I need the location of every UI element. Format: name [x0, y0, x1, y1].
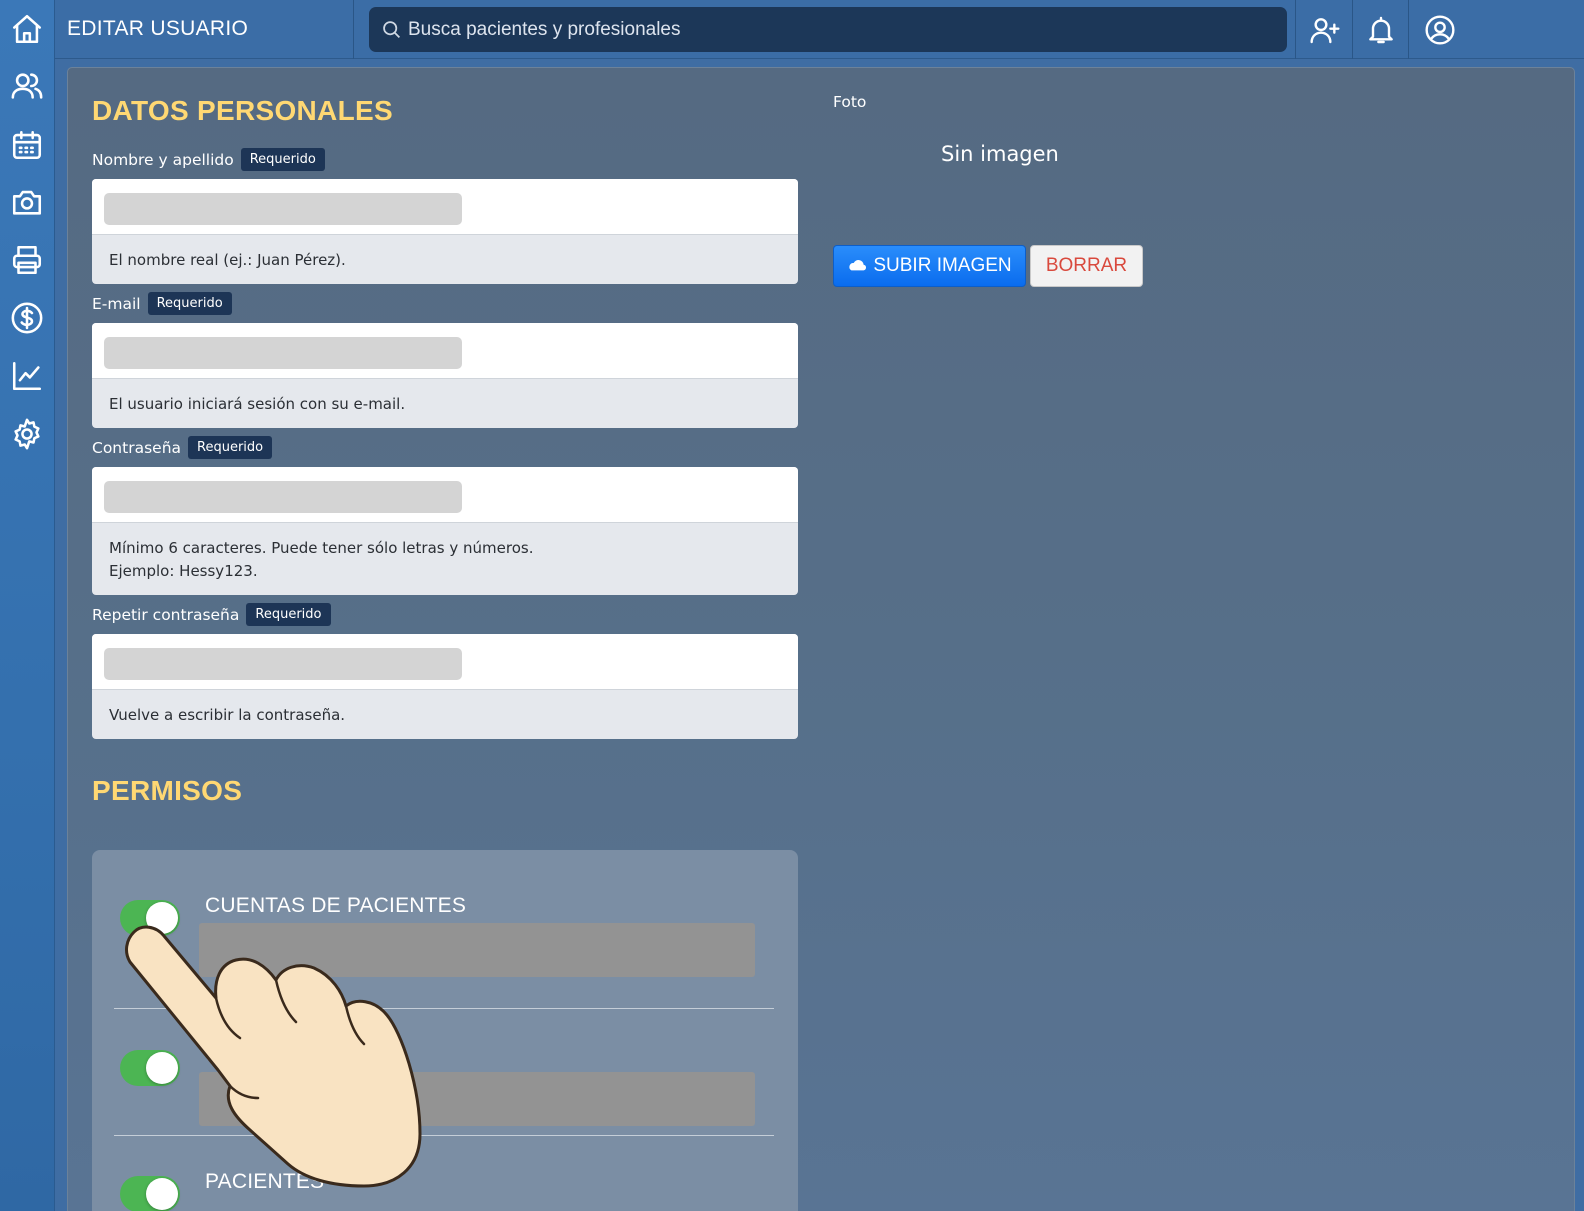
users-icon[interactable]: [8, 67, 46, 105]
section-title-permisos: PERMISOS: [92, 775, 243, 806]
permission-divider: [114, 1008, 774, 1009]
permission-divider: [114, 1135, 774, 1136]
field-help: Vuelve a escribir la contraseña.: [109, 706, 346, 724]
dollar-icon[interactable]: [8, 299, 46, 337]
permission-toggle[interactable]: [120, 900, 180, 936]
toggle-knob: [146, 1178, 178, 1210]
required-badge: Requerido: [240, 148, 325, 171]
permissions-list: CUENTAS DE PACIENTES C PACIENTES: [92, 850, 798, 1211]
home-icon[interactable]: [8, 10, 46, 48]
search-input[interactable]: [408, 7, 1268, 52]
upload-image-label: SUBIR IMAGEN: [873, 255, 1012, 276]
upload-image-button[interactable]: SUBIR IMAGEN: [833, 245, 1026, 287]
header-divider: [1408, 0, 1409, 59]
toggle-knob: [146, 1052, 178, 1084]
field-help-line: Ejemplo: Hessy123.: [109, 562, 258, 580]
email-input[interactable]: [104, 337, 462, 369]
header-divider: [353, 0, 354, 59]
chart-icon[interactable]: [8, 357, 46, 395]
required-badge: Requerido: [246, 603, 331, 626]
field-label-password: Contraseña Requerido: [92, 436, 273, 459]
required-badge: Requerido: [147, 292, 232, 315]
header-divider: [1352, 0, 1353, 59]
page-title: EDITAR USUARIO: [67, 17, 249, 40]
field-label-email: E-mail Requerido: [92, 292, 232, 315]
permission-title: PACIENTES: [205, 1170, 325, 1193]
field-help-line: Mínimo 6 caracteres. Puede tener sólo le…: [109, 539, 534, 557]
field-help: El usuario iniciará sesión con su e-mail…: [109, 395, 406, 413]
camera-icon[interactable]: [8, 183, 46, 221]
field-help: Mínimo 6 caracteres. Puede tener sólo le…: [92, 523, 798, 595]
field-label-text: Repetir contraseña: [92, 605, 240, 624]
photo-label: Foto: [833, 93, 867, 111]
field-email: El usuario iniciará sesión con su e-mail…: [92, 323, 798, 428]
permission-toggle[interactable]: [120, 1176, 180, 1211]
calendar-icon[interactable]: [8, 126, 46, 164]
password-input[interactable]: [104, 481, 462, 513]
permission-title: CUENTAS DE PACIENTES: [205, 894, 467, 917]
user-circle-icon: [1425, 15, 1455, 45]
permission-description: [199, 1072, 755, 1126]
permission-title: C: [205, 1044, 221, 1067]
photo-empty-text: Sin imagen: [941, 142, 1059, 166]
toggle-knob: [146, 902, 178, 934]
edit-user-panel: DATOS PERSONALES Nombre y apellido Reque…: [67, 67, 1575, 1211]
cloud-icon: [849, 259, 867, 271]
gear-icon[interactable]: [8, 415, 46, 453]
delete-image-button[interactable]: BORRAR: [1030, 245, 1143, 287]
field-label-text: Contraseña: [92, 438, 182, 457]
printer-icon[interactable]: [8, 241, 46, 279]
field-help: El nombre real (ej.: Juan Pérez).: [109, 251, 346, 269]
field-password: Mínimo 6 caracteres. Puede tener sólo le…: [92, 467, 798, 595]
field-label-nombre: Nombre y apellido Requerido: [92, 148, 325, 171]
field-label-repeat-password: Repetir contraseña Requerido: [92, 603, 331, 626]
section-title-datos: DATOS PERSONALES: [92, 95, 393, 126]
field-repeat-password: Vuelve a escribir la contraseña.: [92, 634, 798, 739]
sidebar: [0, 0, 55, 1211]
notifications-button[interactable]: [1361, 10, 1401, 50]
search-box[interactable]: [369, 7, 1287, 52]
top-bar: EDITAR USUARIO: [55, 0, 1584, 59]
search-icon: [383, 21, 400, 38]
permission-description: [199, 923, 755, 977]
repeat-password-input[interactable]: [104, 648, 462, 680]
field-label-text: Nombre y apellido: [92, 150, 234, 169]
field-nombre: El nombre real (ej.: Juan Pérez).: [92, 179, 798, 284]
field-label-text: E-mail: [92, 294, 141, 313]
add-user-icon: [1310, 18, 1340, 44]
bell-icon: [1369, 16, 1393, 44]
header-divider: [1295, 0, 1296, 59]
account-button[interactable]: [1420, 10, 1460, 50]
permission-toggle[interactable]: [120, 1050, 180, 1086]
add-user-button[interactable]: [1305, 10, 1345, 50]
nombre-input[interactable]: [104, 193, 462, 225]
required-badge: Requerido: [188, 436, 273, 459]
